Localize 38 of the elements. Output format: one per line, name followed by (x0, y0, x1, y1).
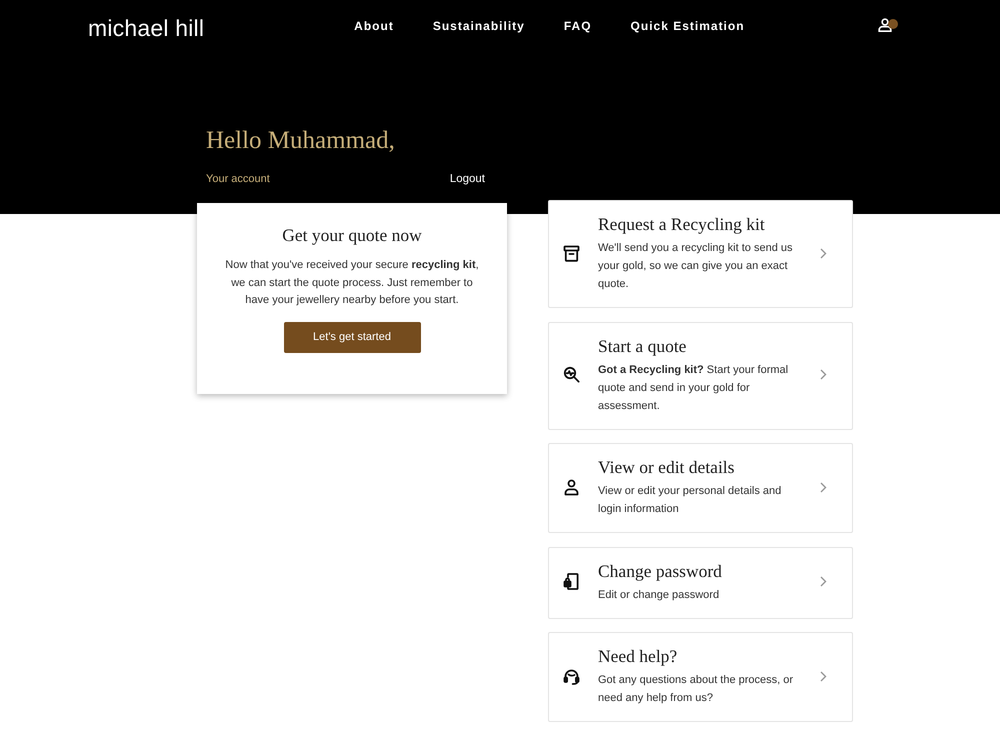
action-title: Start a quote (598, 334, 688, 357)
account-label: Your account (206, 172, 270, 188)
chevron-right-icon (820, 670, 827, 682)
action-description: Got a Recycling kit? Start your formal quote and send in your gold for assessment. (598, 362, 790, 414)
quote-card-title: Get your quote now (281, 224, 423, 248)
avatar-badge-icon (888, 19, 898, 29)
nav-link[interactable]: FAQ (564, 17, 592, 35)
chevron-right-icon (820, 369, 827, 380)
action-card[interactable]: Change password Edit or change password (548, 546, 853, 619)
nav-link[interactable]: Quick Estimation (630, 17, 745, 35)
headset-person-icon (563, 668, 580, 685)
phone-lock-icon (563, 573, 580, 590)
action-description: We'll send you a recycling kit to send us your gold, so we can give you an exact quote. (598, 241, 794, 292)
logo[interactable]: michael hill (88, 16, 204, 40)
action-card[interactable]: Need help? Got any questions about the process, or need any help from us? (548, 632, 853, 722)
action-title: View or edit details (598, 456, 736, 478)
archive-box-icon (563, 244, 580, 262)
person-icon (563, 478, 580, 496)
nav-link[interactable]: Sustainability (432, 17, 525, 35)
quote-card-text: Now that you've received your secure recycling kit, we can start the quote process. Just remember to have your jewellery nearby before you start. (224, 258, 480, 308)
get-started-button[interactable]: Let's get started (284, 322, 420, 354)
action-card[interactable]: Request a Recycling kit We'll send you a recycling kit to send us your gold, so we can give you an exact quote. (548, 200, 853, 308)
action-description: View or edit your personal details and login information (598, 484, 782, 518)
action-card[interactable]: View or edit details View or edit your personal details and login information (548, 443, 853, 534)
greeting-title: Hello Muhammad, (206, 126, 396, 156)
profile-icon[interactable] (878, 18, 892, 32)
chevron-right-icon (820, 576, 827, 588)
action-description: Got any questions about the process, or need any help from us? (598, 673, 794, 706)
nav-link[interactable]: About (354, 17, 394, 35)
chevron-right-icon (820, 482, 827, 493)
action-title: Request a Recycling kit (598, 213, 766, 236)
logout-link[interactable]: Logout (450, 171, 485, 188)
action-title: Change password (598, 560, 723, 582)
chevron-right-icon (820, 248, 827, 259)
magnifier-pulse-icon (563, 366, 580, 384)
action-card[interactable]: Start a quote Got a Recycling kit? Start your formal quote and send in your gold for assessment. (548, 322, 853, 430)
action-description: Edit or change password (598, 588, 720, 603)
action-title: Need help? (598, 645, 678, 668)
